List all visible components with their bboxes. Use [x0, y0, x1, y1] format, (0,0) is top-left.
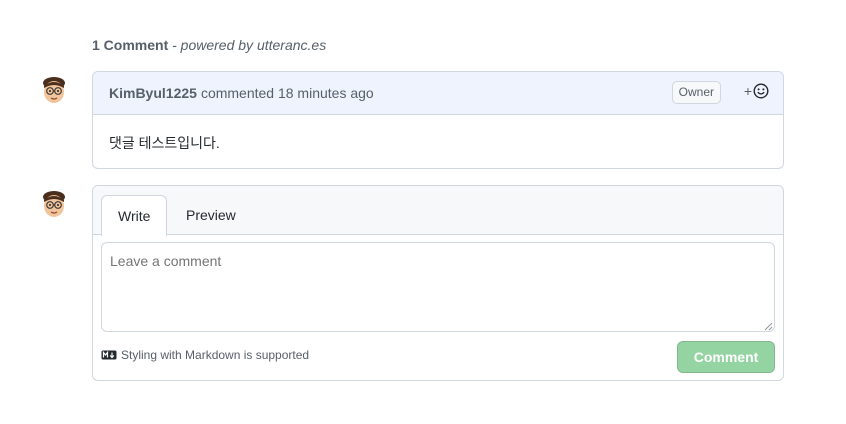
comment-editor: Write Preview Styling with Markdown is s…	[92, 185, 784, 381]
tab-preview[interactable]: Preview	[170, 195, 252, 235]
markdown-icon	[101, 350, 117, 360]
tab-write[interactable]: Write	[101, 195, 168, 236]
plus-label: +	[743, 83, 752, 99]
comment-textarea[interactable]	[101, 242, 775, 332]
comment-body: 댓글 테스트입니다.	[109, 135, 220, 151]
resize-handle-icon[interactable]	[763, 321, 773, 331]
comment-header: KimByul1225 commented 18 minutes ago Own…	[93, 72, 783, 115]
owner-badge: Owner	[671, 81, 721, 104]
submit-comment-button[interactable]: Comment	[677, 341, 775, 373]
comment-count: 1 Comment	[92, 37, 169, 53]
avatar-icon[interactable]	[41, 191, 67, 219]
smiley-icon	[753, 83, 769, 99]
comments-header: 1 Comment - powered by utteranc.es	[92, 37, 326, 53]
avatar-icon[interactable]	[41, 77, 67, 105]
comment-author[interactable]: KimByul1225	[109, 85, 197, 101]
powered-by: - powered by utteranc.es	[168, 37, 327, 53]
editor-tabs: Write Preview	[93, 186, 783, 236]
comment-timestamp[interactable]: commented 18 minutes ago	[201, 85, 374, 101]
markdown-note-label: Styling with Markdown is supported	[121, 348, 310, 362]
add-reaction-button[interactable]: +	[744, 83, 769, 99]
markdown-note[interactable]: Styling with Markdown is supported	[101, 348, 309, 362]
comment-card: KimByul1225 commented 18 minutes ago Own…	[92, 71, 784, 169]
